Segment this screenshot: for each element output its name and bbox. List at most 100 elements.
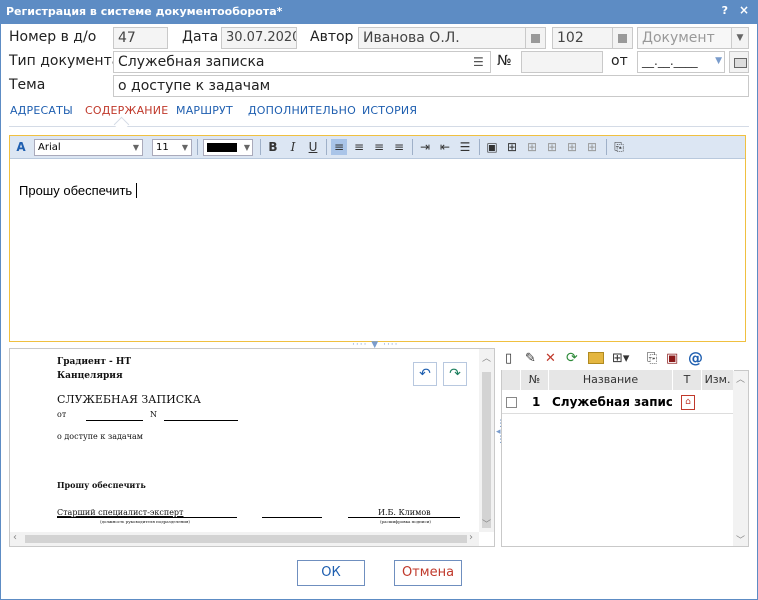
column-name[interactable]: Название xyxy=(549,370,673,390)
edit-file-icon[interactable]: ✎ xyxy=(525,351,536,366)
save-icon[interactable]: ▣ xyxy=(666,351,678,366)
paste-icon[interactable]: ⎘ xyxy=(611,139,627,155)
new-file-icon[interactable]: ▯ xyxy=(505,351,512,366)
size-select[interactable]: 11 ▼ xyxy=(152,139,192,156)
table-insert-row-icon[interactable]: ⊞ xyxy=(524,139,540,155)
list-icon[interactable]: ☰ xyxy=(473,55,484,69)
scroll-down-icon[interactable]: ﹀ xyxy=(736,533,745,546)
row-checkbox[interactable] xyxy=(506,397,517,408)
type-field[interactable]: Служебная записка xyxy=(113,51,491,73)
code-field[interactable]: 102 xyxy=(552,27,613,49)
text-caret: ​ xyxy=(135,183,137,198)
hscroll-thumb[interactable] xyxy=(25,535,467,543)
chevron-down-icon: ▼ xyxy=(243,143,250,152)
preview-from: от xyxy=(57,410,67,419)
tab-additional[interactable]: ДОПОЛНИТЕЛЬНО xyxy=(248,104,356,117)
scroll-up-icon[interactable]: ︿ xyxy=(482,351,491,364)
preview-about: о доступе к задачам xyxy=(57,432,143,441)
underline-button[interactable]: U xyxy=(305,139,321,155)
indent-icon[interactable]: ⇥ xyxy=(417,139,433,155)
scroll-down-icon[interactable]: ﹀ xyxy=(482,517,491,530)
chevron-down-icon: ▼ xyxy=(181,143,188,152)
email-icon[interactable]: @ xyxy=(688,349,703,367)
tab-route[interactable]: МАРШРУТ xyxy=(176,104,233,117)
ok-button[interactable]: ОК xyxy=(297,560,365,586)
preview-signer-name: И.Б. Климов xyxy=(378,508,431,517)
rotate-right-icon[interactable]: ↷ xyxy=(443,362,467,386)
table-row[interactable]: 1 Служебная записк ⌂ xyxy=(502,391,733,414)
preview-date-line xyxy=(86,420,143,421)
toolbar-separator xyxy=(606,139,607,155)
title-bar: Регистрация в системе документооборота* … xyxy=(0,0,758,24)
preview-signer-post: Старший специалист-эксперт xyxy=(57,508,184,517)
bullet-list-icon[interactable]: ☰ xyxy=(457,139,473,155)
chevron-down-icon: ▼ xyxy=(731,28,748,48)
column-modified[interactable]: Изм. xyxy=(702,370,734,390)
outdent-icon[interactable]: ⇤ xyxy=(437,139,453,155)
font-value: Arial xyxy=(38,142,61,153)
content-editor[interactable] xyxy=(9,135,746,342)
delete-file-icon[interactable]: ✕ xyxy=(545,351,556,366)
tab-addressees[interactable]: АДРЕСАТЫ xyxy=(10,104,73,117)
table-icon[interactable]: ⊞ xyxy=(504,139,520,155)
preview-signature-line xyxy=(262,517,322,518)
align-justify-icon[interactable]: ≡ xyxy=(391,139,407,155)
date-field[interactable]: 30.07.2020 xyxy=(221,27,297,49)
author-label: Автор xyxy=(310,29,354,45)
copy-icon[interactable]: ⎘ xyxy=(647,351,657,366)
scroll-left-icon[interactable]: ‹ xyxy=(13,532,17,543)
column-number[interactable]: № xyxy=(521,370,549,390)
color-select[interactable]: ▼ xyxy=(203,139,253,156)
kind-select[interactable]: Документ ▼ xyxy=(637,27,749,49)
text-style-icon[interactable]: A xyxy=(13,139,29,155)
align-right-icon[interactable]: ≡ xyxy=(371,139,387,155)
toolbar-separator xyxy=(197,139,198,155)
align-left-icon[interactable]: ≡ xyxy=(331,139,347,155)
rotate-left-icon[interactable]: ↶ xyxy=(413,362,437,386)
reg-no-field[interactable] xyxy=(521,51,603,73)
scroll-right-icon[interactable]: › xyxy=(469,532,473,543)
table-insert-column-icon[interactable]: ⊞ xyxy=(544,139,560,155)
from-date-field[interactable]: __.__.____ ▼ xyxy=(637,51,725,73)
help-button[interactable]: ? xyxy=(722,4,728,17)
view-mode-icon[interactable]: ⊞▾ xyxy=(612,351,629,366)
author-field[interactable]: Иванова О.Л. xyxy=(358,27,526,49)
image-icon[interactable]: ▣ xyxy=(484,139,500,155)
row-number: 1 xyxy=(532,395,541,409)
table-delete-row-icon[interactable]: ⊞ xyxy=(564,139,580,155)
num-label: Номер в д/о xyxy=(9,29,97,45)
preview-body: Прошу обеспечить xyxy=(57,480,146,490)
date-label: Дата xyxy=(182,29,219,45)
scroll-thumb[interactable] xyxy=(482,372,491,528)
subject-field[interactable]: о доступе к задачам xyxy=(113,75,749,97)
code-lookup-button[interactable] xyxy=(613,27,633,49)
column-type[interactable]: Т xyxy=(673,370,702,390)
tab-history[interactable]: ИСТОРИЯ xyxy=(362,104,417,117)
toolbar-separator xyxy=(260,139,261,155)
editor-text[interactable]: Прошу обеспечить ​ xyxy=(19,183,137,198)
close-button[interactable]: × xyxy=(739,3,749,17)
align-center-icon[interactable]: ≡ xyxy=(351,139,367,155)
table-delete-column-icon[interactable]: ⊞ xyxy=(584,139,600,155)
editor-toolbar: A Arial ▼ 11 ▼ ▼ B I U ≡ ≡ ≡ ≡ ⇥ ⇤ ☰ ▣ ⊞… xyxy=(10,136,745,159)
italic-button[interactable]: I xyxy=(285,139,301,155)
pdf-icon: ⌂ xyxy=(681,395,695,410)
open-folder-button[interactable] xyxy=(729,51,749,73)
num-field[interactable]: 47 xyxy=(113,27,168,49)
list-vertical-scrollbar[interactable] xyxy=(733,371,748,546)
scroll-up-icon[interactable]: ︿ xyxy=(736,372,745,385)
preview-doc-title: СЛУЖЕБНАЯ ЗАПИСКА xyxy=(57,393,201,406)
refresh-icon[interactable]: ⟳ xyxy=(566,350,578,366)
type-label: Тип документа xyxy=(9,53,121,69)
folder-icon[interactable] xyxy=(588,352,604,364)
preview-org: Градиент - НТ xyxy=(57,357,132,367)
preview-name-line xyxy=(348,517,460,518)
font-select[interactable]: Arial ▼ xyxy=(34,139,143,156)
tab-content[interactable]: СОДЕРЖАНИЕ xyxy=(85,104,168,117)
author-lookup-button[interactable] xyxy=(526,27,546,49)
size-value: 11 xyxy=(156,142,169,153)
cancel-button[interactable]: Отмена xyxy=(394,560,462,586)
bold-button[interactable]: B xyxy=(265,139,281,155)
chevron-down-icon: ▼ xyxy=(715,56,722,66)
folder-icon xyxy=(734,58,747,68)
